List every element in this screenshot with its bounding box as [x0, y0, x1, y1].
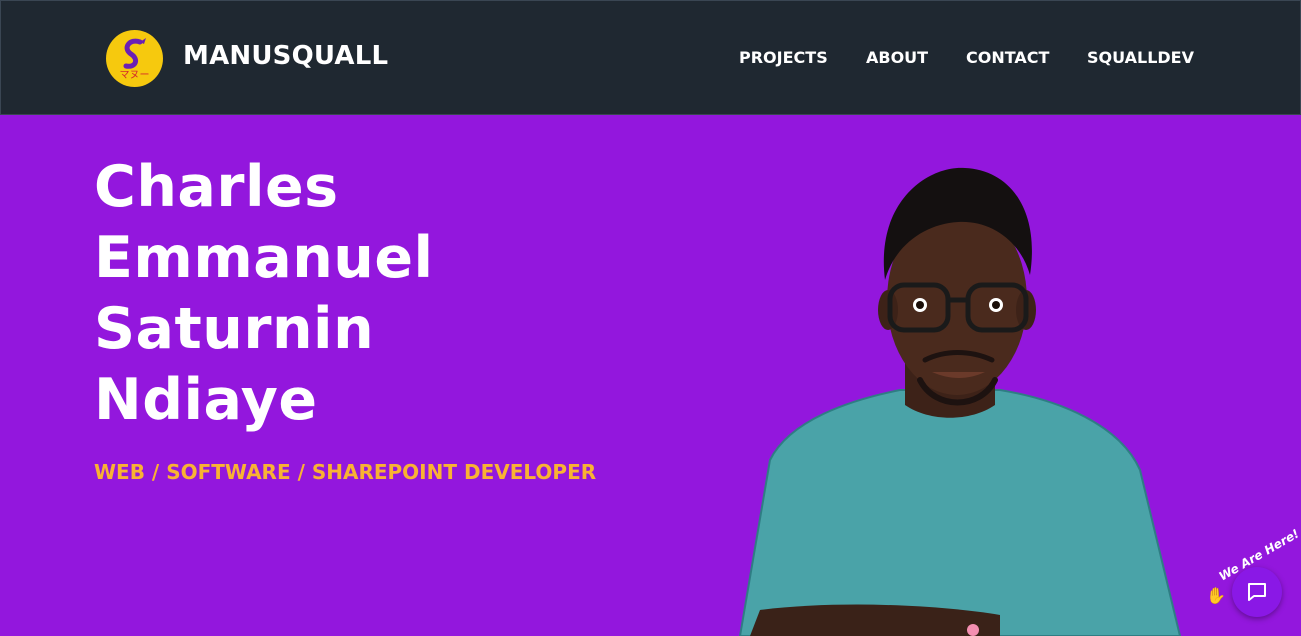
hero-name-line: Emmanuel: [94, 225, 434, 291]
main-nav: PROJECTS ABOUT CONTACT SQUALLDEV: [1, 48, 1301, 70]
hero-role: WEB / SOFTWARE / SHAREPOINT DEVELOPER: [94, 460, 597, 484]
chat-bubble-icon: [1248, 583, 1266, 601]
developer-portrait-illustration: [700, 160, 1200, 636]
nav-link-squalldev[interactable]: SQUALLDEV: [1087, 48, 1194, 67]
chat-widget: We Are Here! ✋: [1200, 526, 1301, 636]
nav-link-projects[interactable]: PROJECTS: [739, 48, 828, 67]
chat-open-button[interactable]: [1232, 567, 1282, 617]
logo-text: マヌー: [120, 70, 150, 81]
hero-name: Charles Emmanuel Saturnin Ndiaye: [94, 152, 434, 436]
top-navbar: マヌー MANUSQUALL PROJECTS ABOUT CONTACT SQ…: [0, 0, 1301, 115]
nav-link-about[interactable]: ABOUT: [866, 48, 928, 67]
hero-name-line: Saturnin: [94, 296, 375, 362]
hero-name-line: Charles: [94, 154, 339, 220]
waving-hand-icon: ✋: [1206, 586, 1226, 605]
hero-name-line: Ndiaye: [94, 367, 318, 433]
nav-link-contact[interactable]: CONTACT: [966, 48, 1049, 67]
